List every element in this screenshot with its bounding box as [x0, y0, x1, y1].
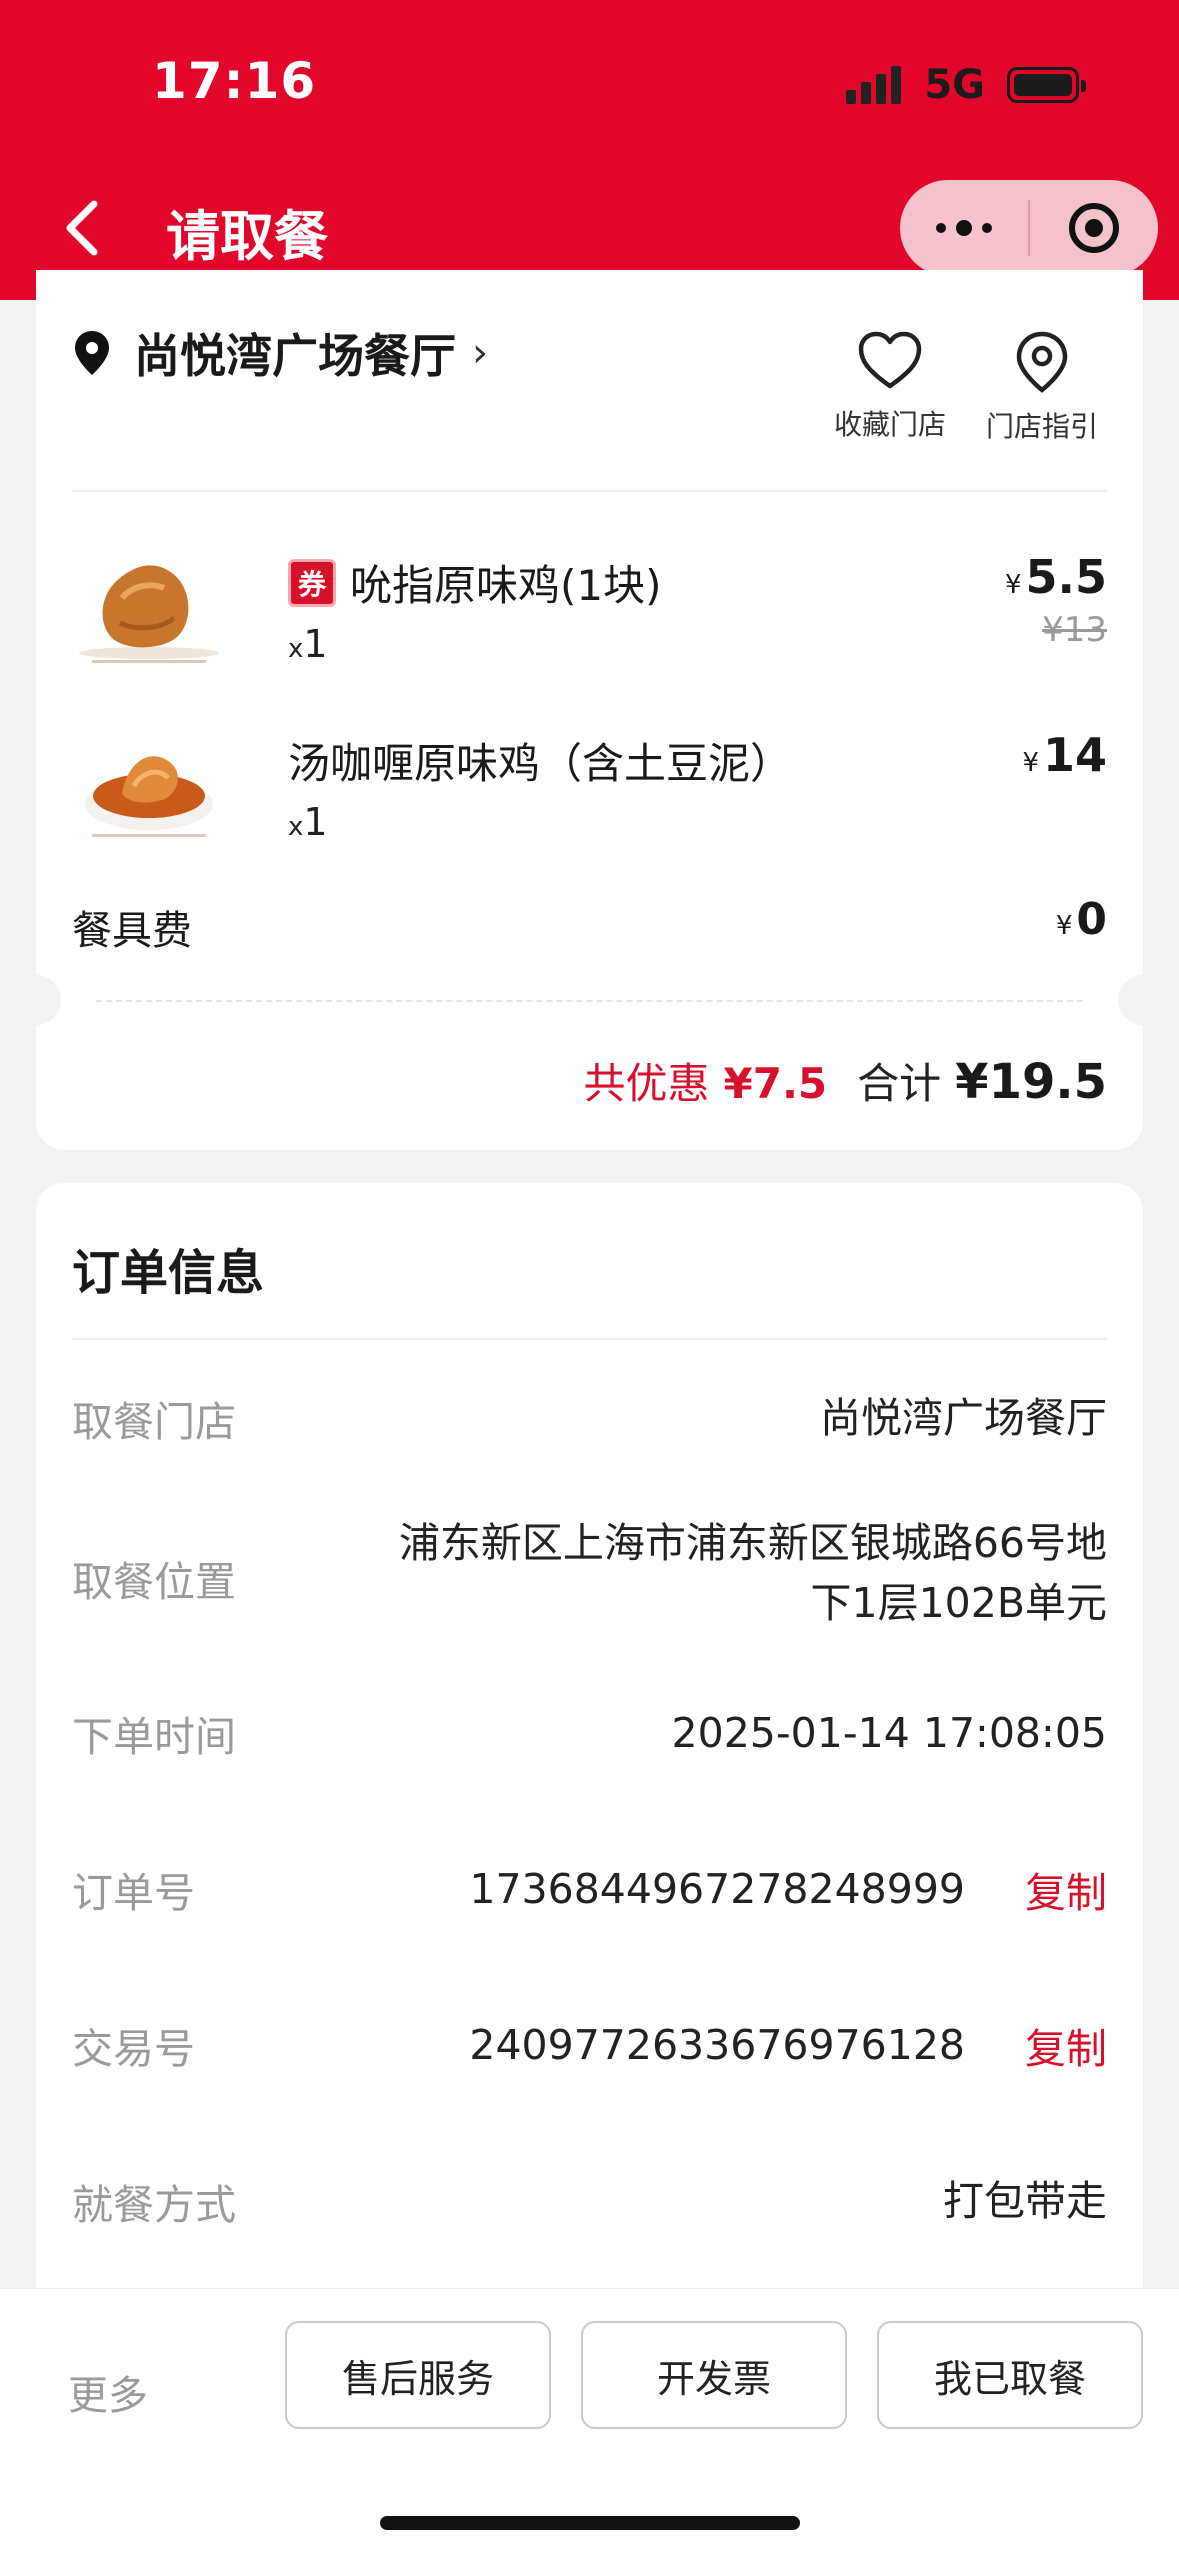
info-label: 交易号	[72, 2025, 195, 2073]
fried-chicken-image	[79, 565, 219, 663]
home-indicator	[380, 2516, 800, 2530]
more-menu-button[interactable]	[900, 180, 1028, 276]
quantity-value: 1	[303, 622, 328, 666]
copy-order-number-button[interactable]: 复制	[1025, 1859, 1107, 1919]
heart-icon	[858, 331, 922, 389]
battery-icon	[1007, 67, 1086, 103]
currency-symbol: ¥	[1055, 911, 1073, 941]
store-link[interactable]: 尚悦湾广场餐厅 ›	[72, 320, 488, 386]
order-info-card: 订单信息 取餐门店 尚悦湾广场餐厅 取餐位置 浦东新区上海市浦东新区银城路66号…	[36, 1183, 1143, 2383]
info-label: 取餐位置	[72, 1558, 236, 1606]
target-icon	[1068, 203, 1119, 253]
store-guide-button[interactable]: 门店指引	[986, 330, 1098, 445]
location-pin-icon	[75, 331, 109, 375]
ticket-notch-left	[11, 975, 61, 1025]
after-sales-button[interactable]: 售后服务	[285, 2321, 551, 2429]
item-original-price: ¥13	[1042, 610, 1107, 650]
divider	[72, 1338, 1107, 1340]
item-price: ¥5.5	[1005, 550, 1107, 604]
dashed-divider	[96, 1000, 1083, 1002]
order-item: 券 吮指原味鸡(1块) x1 ¥5.5 ¥13	[72, 538, 1107, 668]
item-name-text: 吮指原味鸡(1块)	[350, 561, 662, 610]
info-row-dining-mode: 就餐方式 打包带走	[72, 2171, 1107, 2231]
curry-chicken-image	[85, 756, 213, 837]
transaction-number-value: 2409772633676976128	[469, 2021, 965, 2069]
invoice-button[interactable]: 开发票	[581, 2321, 847, 2429]
store-guide-label: 门店指引	[986, 410, 1099, 443]
price-value: 14	[1042, 728, 1107, 782]
network-type: 5G	[924, 62, 985, 108]
item-name-text: 汤咖喱原味鸡（含土豆泥）	[288, 739, 793, 788]
divider	[72, 490, 1107, 492]
tableware-fee-value: ¥0	[1056, 894, 1107, 945]
info-row-order-number: 订单号 1736844967278248999 复制	[72, 1859, 1107, 1919]
quantity-prefix: x	[288, 634, 304, 664]
page-title: 请取餐	[166, 205, 328, 268]
item-quantity: x1	[288, 800, 328, 844]
favorite-store-button[interactable]: 收藏门店	[834, 330, 946, 443]
order-item: 汤咖喱原味鸡（含土豆泥） x1 ¥14	[72, 716, 1107, 846]
picked-up-button[interactable]: 我已取餐	[877, 2321, 1143, 2429]
currency-symbol: ¥	[1004, 570, 1022, 600]
item-price: ¥14	[1022, 728, 1107, 782]
info-row-pickup-store: 取餐门店 尚悦湾广场餐厅	[72, 1388, 1107, 1448]
info-row-pickup-location: 取餐位置 浦东新区上海市浦东新区银城路66号地 下1层102B单元	[72, 1513, 1107, 1643]
favorite-store-label: 收藏门店	[834, 408, 947, 441]
info-label: 就餐方式	[72, 2181, 236, 2229]
info-value: 打包带走	[943, 2177, 1107, 2225]
chevron-right-icon: ›	[472, 330, 488, 376]
order-number-value: 1736844967278248999	[469, 1865, 965, 1913]
discount-value: ¥7.5	[723, 1059, 828, 1108]
store-name: 尚悦湾广场餐厅	[134, 329, 456, 383]
coupon-badge: 券	[288, 558, 336, 607]
order-info-title: 订单信息	[72, 1245, 265, 1301]
status-time: 17:16	[152, 52, 317, 110]
item-quantity: x1	[288, 622, 328, 666]
info-label: 下单时间	[72, 1713, 236, 1761]
signal-icon	[846, 66, 906, 104]
more-button[interactable]: 更多	[68, 2363, 148, 2421]
mini-program-capsule	[900, 180, 1158, 276]
tableware-fee-label: 餐具费	[72, 908, 192, 954]
total-value: ¥19.5	[955, 1054, 1107, 1110]
price-value: 5.5	[1025, 550, 1108, 604]
fee-amount: 0	[1076, 894, 1107, 945]
quantity-prefix: x	[288, 812, 304, 842]
info-row-order-time: 下单时间 2025-01-14 17:08:05	[72, 1703, 1107, 1763]
order-items-card: 尚悦湾广场餐厅 › 收藏门店 门店指引 券 吮指原味鸡(1块) x1 ¥5.5 …	[11, 270, 1168, 1150]
info-label: 取餐门店	[72, 1398, 236, 1446]
item-name: 汤咖喱原味鸡（含土豆泥）	[288, 730, 792, 791]
header: 17:16 5G 请取餐	[0, 0, 1179, 300]
copy-transaction-number-button[interactable]: 复制	[1025, 2015, 1107, 2075]
more-dots-icon	[931, 220, 997, 236]
back-button[interactable]	[60, 198, 104, 258]
info-row-transaction-number: 交易号 2409772633676976128 复制	[72, 2015, 1107, 2075]
status-indicators: 5G	[846, 62, 1086, 108]
info-value-line1: 浦东新区上海市浦东新区银城路66号地	[398, 1519, 1107, 1567]
location-outline-icon	[1016, 331, 1068, 393]
info-label: 订单号	[72, 1869, 195, 1917]
ticket-notch-right	[1118, 975, 1168, 1025]
chevron-left-icon	[66, 200, 98, 256]
discount-label: 共优惠	[583, 1059, 710, 1108]
info-value: 2025-01-14 17:08:05	[671, 1709, 1107, 1757]
close-mini-program-button[interactable]	[1030, 180, 1158, 276]
info-value: 尚悦湾广场餐厅	[820, 1394, 1107, 1442]
total-row: 共优惠 ¥7.5 合计 ¥19.5	[584, 1050, 1108, 1111]
total-label: 合计	[857, 1059, 942, 1108]
currency-symbol: ¥	[1022, 748, 1039, 778]
quantity-value: 1	[303, 800, 328, 844]
item-name: 券 吮指原味鸡(1块)	[288, 552, 662, 613]
info-value-line2: 下1层102B单元	[810, 1579, 1107, 1627]
